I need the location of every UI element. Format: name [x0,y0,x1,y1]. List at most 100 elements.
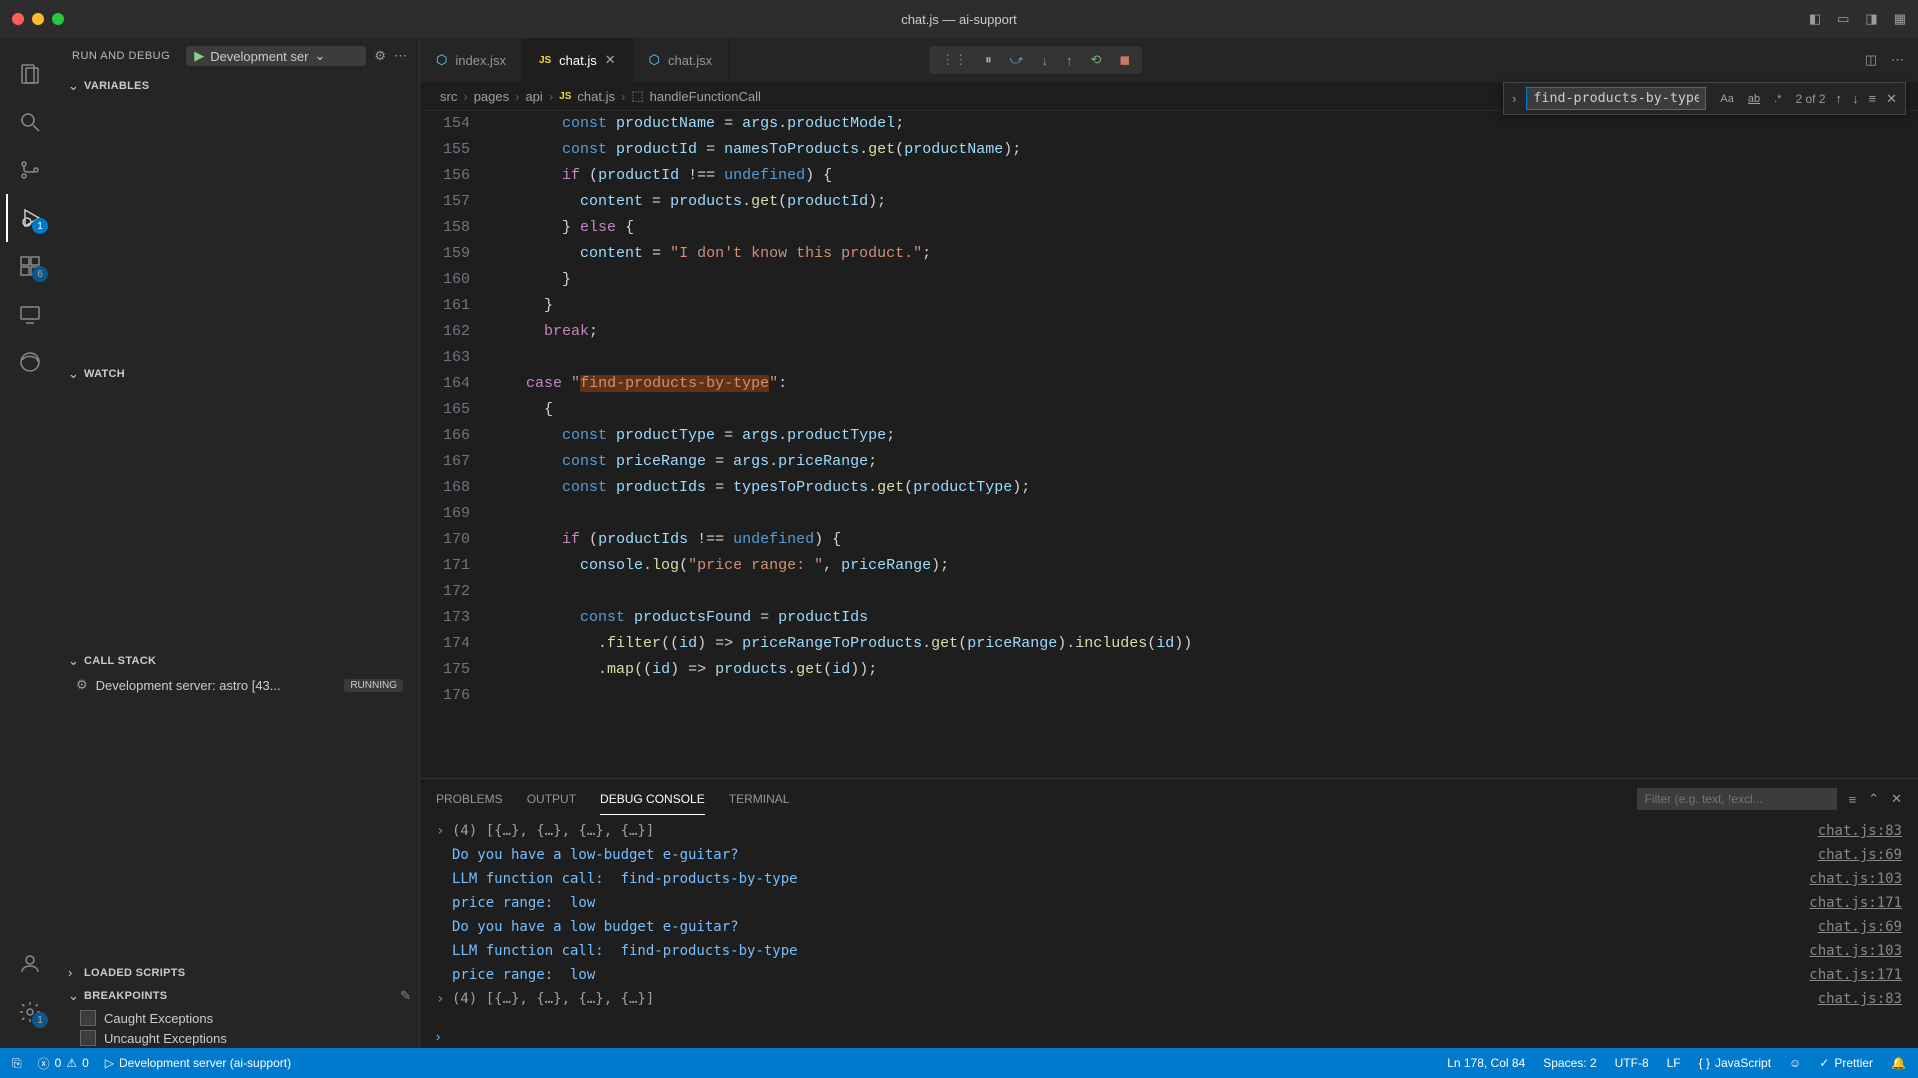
remote-indicator[interactable]: ⎘ [12,1056,22,1071]
run-debug-label: RUN AND DEBUG [72,50,170,62]
find-expand-icon[interactable]: › [1512,91,1516,106]
find-in-selection-icon[interactable]: ≡ [1869,91,1877,106]
regex-icon[interactable]: .* [1770,91,1785,107]
variables-title: VARIABLES [84,80,149,92]
console-filter-input[interactable] [1637,788,1837,810]
process-icon: ⚙ [76,677,88,693]
eol-status[interactable]: LF [1667,1056,1681,1070]
search-icon[interactable] [6,98,54,146]
split-editor-icon[interactable]: ◫ [1865,52,1877,68]
source-control-icon[interactable] [6,146,54,194]
clear-console-icon[interactable]: ≡ [1849,792,1857,807]
panel-tab-problems[interactable]: PROBLEMS [436,784,503,814]
chevron-down-icon: ⌄ [68,78,80,94]
layout-right-icon[interactable]: ◨ [1865,11,1877,27]
debug-toolbar: ⋮⋮ ⏸ ⤻ ↓ ↑ ⟲ ◼ [929,46,1142,74]
settings-icon[interactable]: 1 [6,988,54,1036]
pause-icon[interactable]: ⏸ [985,52,992,68]
tab-chat-jsx[interactable]: ⬡ chat.jsx [633,38,729,82]
account-icon[interactable] [6,940,54,988]
console-prompt[interactable]: › [420,1025,1918,1048]
layout-left-icon[interactable]: ◧ [1809,11,1821,27]
prev-match-icon[interactable]: ↑ [1836,91,1843,106]
tab-chat-js[interactable]: JS chat.js ✕ [523,38,633,82]
close-find-icon[interactable]: ✕ [1886,91,1897,107]
debug-config-dropdown[interactable]: ▶ Development ser ⌄ [186,46,366,66]
step-over-icon[interactable]: ⤻ [1010,52,1024,68]
extensions-icon[interactable]: 6 [6,242,54,290]
code-content[interactable]: const productName = args.productModel; c… [490,111,1898,778]
variables-section[interactable]: ⌄ VARIABLES [60,74,419,98]
callstack-item[interactable]: ⚙ Development server: astro [43... RUNNI… [60,673,419,697]
find-input[interactable] [1526,87,1706,110]
layout-grid-icon[interactable]: ▦ [1894,11,1906,27]
gear-icon[interactable]: ⚙ [374,48,386,64]
titlebar: chat.js — ai-support ◧ ▭ ◨ ▦ [0,0,1918,38]
remote-icon: ⎘ [12,1056,22,1071]
close-window-button[interactable] [12,13,24,25]
js-file-icon: JS [539,55,551,66]
stop-icon[interactable]: ◼ [1119,52,1130,68]
tab-index[interactable]: ⬡ index.jsx [420,38,523,82]
collapse-panel-icon[interactable]: ⌃ [1868,791,1879,807]
close-tab-icon[interactable]: ✕ [605,52,616,68]
statusbar: ⎘ ⓧ 0 ⚠ 0 ▷ Development server (ai-suppo… [0,1048,1918,1078]
breadcrumb-item[interactable]: src [440,89,457,104]
debug-console-output[interactable]: ›(4) [{…}, {…}, {…}, {…}]chat.js:83Do yo… [420,819,1918,1025]
watch-section[interactable]: ⌄ WATCH [60,362,419,386]
chevron-down-icon: ⌄ [68,988,80,1004]
step-out-icon[interactable]: ↑ [1066,53,1073,68]
breadcrumb-item[interactable]: pages [474,89,509,104]
warning-count: 0 [82,1056,89,1070]
breakpoints-title: BREAKPOINTS [84,990,167,1002]
running-badge: RUNNING [344,679,403,692]
prettier-status[interactable]: ✓ Prettier [1819,1056,1873,1070]
more-actions-icon[interactable]: ⋯ [1891,52,1904,68]
layout-bottom-icon[interactable]: ▭ [1837,11,1849,27]
remote-icon[interactable] [6,290,54,338]
errors-warnings[interactable]: ⓧ 0 ⚠ 0 [38,1055,89,1072]
explorer-icon[interactable] [6,50,54,98]
js-file-icon: JS [559,91,571,102]
debug-status[interactable]: ▷ Development server (ai-support) [105,1056,291,1070]
window-controls [12,13,64,25]
edge-icon[interactable] [6,338,54,386]
chevron-right-icon: › [463,89,467,104]
match-case-icon[interactable]: Aa [1716,91,1737,107]
checkbox[interactable] [80,1030,96,1046]
minimap[interactable] [1898,111,1918,778]
breakpoint-caught[interactable]: Caught Exceptions [60,1008,419,1028]
breadcrumb-item[interactable]: handleFunctionCall [650,89,761,104]
more-icon[interactable]: ⋯ [394,48,407,64]
loaded-scripts-section[interactable]: › LOADED SCRIPTS [60,961,419,984]
checkbox[interactable] [80,1010,96,1026]
indent-status[interactable]: Spaces: 2 [1543,1056,1596,1070]
run-debug-icon[interactable]: 1 [6,194,54,242]
feedback-icon[interactable]: ☺ [1789,1056,1801,1070]
panel-tab-debug-console[interactable]: DEBUG CONSOLE [600,784,705,815]
restart-icon[interactable]: ⟲ [1091,52,1102,68]
step-into-icon[interactable]: ↓ [1042,53,1049,68]
next-match-icon[interactable]: ↓ [1852,91,1859,106]
maximize-window-button[interactable] [52,13,64,25]
debug-badge: 1 [32,218,48,234]
language-status[interactable]: { } JavaScript [1699,1056,1771,1070]
breakpoints-section[interactable]: ⌄ BREAKPOINTS ✎ [60,984,419,1008]
callstack-section[interactable]: ⌄ CALL STACK [60,649,419,673]
drag-handle-icon[interactable]: ⋮⋮ [941,52,967,68]
notifications-icon[interactable]: 🔔 [1891,1056,1906,1070]
breakpoint-uncaught[interactable]: Uncaught Exceptions [60,1028,419,1048]
whole-word-icon[interactable]: ab [1744,91,1764,107]
minimize-window-button[interactable] [32,13,44,25]
close-panel-icon[interactable]: ✕ [1891,791,1902,807]
breadcrumb-item[interactable]: api [525,89,542,104]
edit-icon[interactable]: ✎ [400,988,411,1004]
code-editor[interactable]: 1541551561571581591601611621631641651661… [420,111,1918,778]
find-count: 2 of 2 [1795,92,1825,106]
cursor-position[interactable]: Ln 178, Col 84 [1447,1056,1525,1070]
breadcrumb-item[interactable]: chat.js [577,89,615,104]
encoding-status[interactable]: UTF-8 [1615,1056,1649,1070]
panel-tab-terminal[interactable]: TERMINAL [729,784,790,814]
breadcrumb[interactable]: src › pages › api › JS chat.js › ⬚ handl… [420,82,1918,111]
panel-tab-output[interactable]: OUTPUT [527,784,576,814]
